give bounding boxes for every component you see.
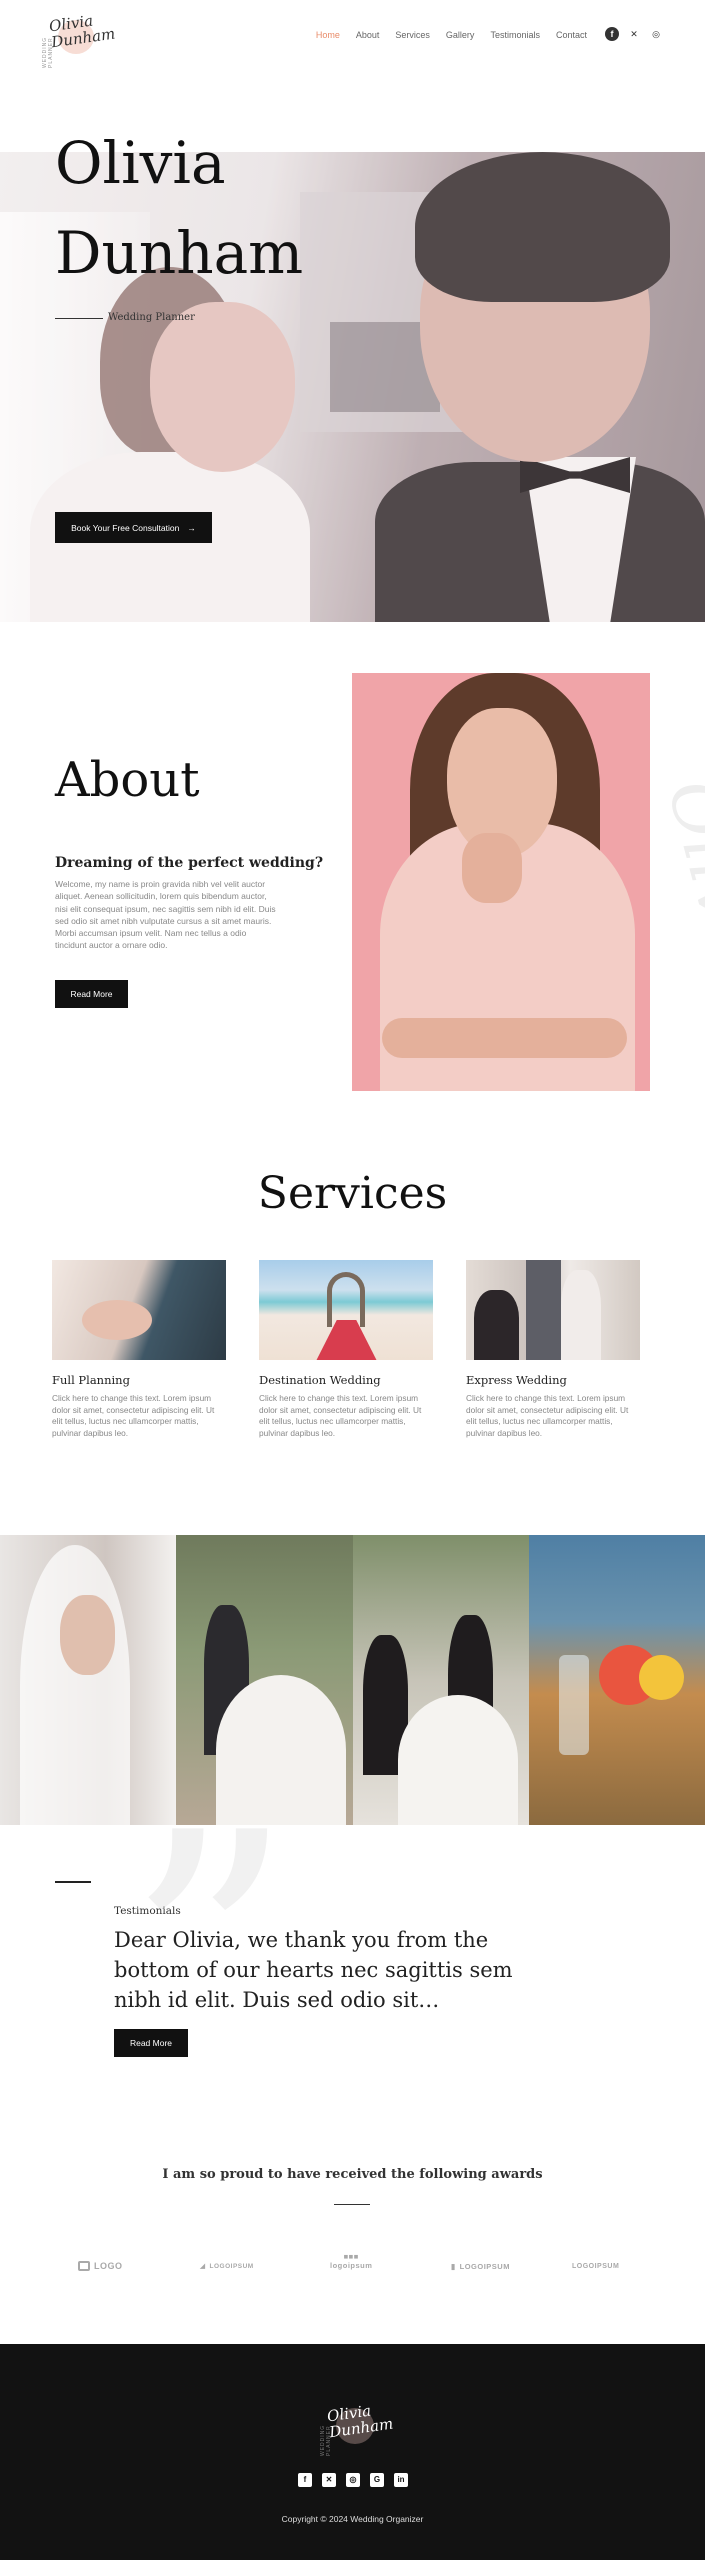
brand-logo[interactable]: WEDDING PLANNER Olivia Dunham xyxy=(40,6,116,68)
award-logo-4: ▮ LOGOIPSUM xyxy=(451,2258,510,2274)
top-navigation: WEDDING PLANNER Olivia Dunham Home About… xyxy=(0,0,705,72)
x-icon[interactable]: ✕ xyxy=(322,2473,336,2487)
service-image xyxy=(259,1260,433,1360)
facebook-icon[interactable]: f xyxy=(298,2473,312,2487)
awards-title: I am so proud to have received the follo… xyxy=(162,2167,543,2182)
girl-shape xyxy=(397,1695,518,1825)
hero-divider xyxy=(55,318,103,319)
footer-social-links: f ✕ ◎ G in xyxy=(298,2473,408,2487)
about-title: About xyxy=(55,752,200,808)
nav-link-gallery[interactable]: Gallery xyxy=(446,30,475,40)
nav-link-testimonials[interactable]: Testimonials xyxy=(490,30,540,40)
instagram-icon[interactable]: ◎ xyxy=(346,2473,360,2487)
service-text: Click here to change this text. Lorem ip… xyxy=(52,1393,215,1438)
award-logo-text: LOGOIPSUM xyxy=(459,2261,510,2271)
service-text: Click here to change this text. Lorem ip… xyxy=(466,1393,629,1438)
about-read-more-button[interactable]: Read More xyxy=(55,980,128,1008)
veil-shape xyxy=(20,1545,130,1825)
service-image xyxy=(52,1260,226,1360)
service-card-express-wedding[interactable]: Express Wedding Click here to change thi… xyxy=(466,1260,640,1439)
person-shape xyxy=(561,1270,601,1360)
award-logo-text: LOGOIPSUM xyxy=(572,2262,620,2270)
x-icon[interactable]: ✕ xyxy=(627,27,641,41)
award-mark-icon: ▮ xyxy=(451,2261,456,2271)
nav-link-about[interactable]: About xyxy=(356,30,380,40)
service-image xyxy=(466,1260,640,1360)
nav-link-contact[interactable]: Contact xyxy=(556,30,587,40)
logo-script: Olivia Dunham xyxy=(47,11,117,52)
flower-shape xyxy=(638,1655,684,1700)
site-footer: WEDDING PLANNER Olivia Dunham xyxy=(0,2344,705,2560)
services-title: Services xyxy=(257,1168,448,1219)
award-logo-2: ◢ LOGOIPSUM xyxy=(200,2258,254,2274)
linkedin-icon[interactable]: in xyxy=(394,2473,408,2487)
portrait-hand xyxy=(462,833,522,903)
hero-title: Olivia Dunham xyxy=(55,129,304,287)
service-card-full-planning[interactable]: Full Planning Click here to change this … xyxy=(52,1260,226,1439)
hands-shape xyxy=(82,1300,152,1340)
awards-divider xyxy=(334,2204,370,2205)
testimonial-divider xyxy=(55,1881,91,1883)
header-social-links: f ✕ ◎ xyxy=(605,27,663,41)
nav-link-services[interactable]: Services xyxy=(395,30,430,40)
service-title: Express Wedding xyxy=(466,1373,567,1387)
award-mark-icon xyxy=(78,2261,90,2271)
arrow-right-icon: → xyxy=(187,522,196,533)
logo-script: Olivia Dunham xyxy=(325,2401,395,2442)
about-decorative-script: Olivia Dunham xyxy=(650,690,705,1090)
award-logo-text: LOGOIPSUM xyxy=(209,2262,254,2270)
hero-subtitle: Wedding Planner xyxy=(108,312,195,323)
about-heading: Dreaming of the perfect wedding? xyxy=(55,855,324,871)
about-text: Welcome, my name is proin gravida nibh v… xyxy=(55,879,276,951)
nav-link-home[interactable]: Home xyxy=(316,30,340,40)
facebook-icon[interactable]: f xyxy=(605,27,619,41)
instagram-icon[interactable]: ◎ xyxy=(649,27,663,41)
book-consultation-button[interactable]: Book Your Free Consultation → xyxy=(55,512,212,543)
award-logo-1: LOGO xyxy=(78,2258,123,2274)
award-logo-3: ■■■ logoipsum xyxy=(330,2252,372,2278)
aisle-shape xyxy=(314,1320,379,1360)
testimonial-quote: Dear Olivia, we thank you from the botto… xyxy=(114,1928,513,2012)
copyright-text: Copyright © 2024 Wedding Organizer xyxy=(281,2514,424,2524)
main-menu: Home About Services Gallery Testimonials… xyxy=(316,30,587,40)
award-logo-5: LOGOIPSUM xyxy=(572,2258,619,2274)
award-mark-icon: ■■■ xyxy=(343,2252,359,2261)
gallery-strip xyxy=(0,1535,705,1825)
service-text: Click here to change this text. Lorem ip… xyxy=(259,1393,422,1438)
glass-shape xyxy=(558,1655,589,1755)
award-logo-text: logoipsum xyxy=(330,2261,373,2270)
testimonial-label: Testimonials xyxy=(114,1905,181,1917)
service-title: Full Planning xyxy=(52,1373,130,1387)
book-consultation-label: Book Your Free Consultation xyxy=(71,522,180,533)
arch-shape xyxy=(327,1272,365,1327)
portrait-arms xyxy=(382,1018,627,1058)
award-mark-icon: ◢ xyxy=(200,2263,206,2270)
service-card-destination-wedding[interactable]: Destination Wedding Click here to change… xyxy=(259,1260,433,1439)
service-title: Destination Wedding xyxy=(259,1373,381,1387)
gallery-image-kids[interactable] xyxy=(352,1535,529,1825)
decorative-script-text: Olivia Dunham xyxy=(651,771,705,1090)
google-icon[interactable]: G xyxy=(370,2473,384,2487)
person-shape xyxy=(526,1260,561,1360)
gallery-image-table-flowers[interactable] xyxy=(528,1535,705,1825)
about-portrait xyxy=(352,673,650,1091)
footer-logo[interactable]: WEDDING PLANNER Olivia Dunham xyxy=(318,2394,394,2456)
face-shape xyxy=(60,1595,115,1675)
person-shape xyxy=(474,1290,519,1360)
award-logo-text: LOGO xyxy=(94,2261,123,2271)
testimonial-read-more-button[interactable]: Read More xyxy=(114,2029,188,2057)
